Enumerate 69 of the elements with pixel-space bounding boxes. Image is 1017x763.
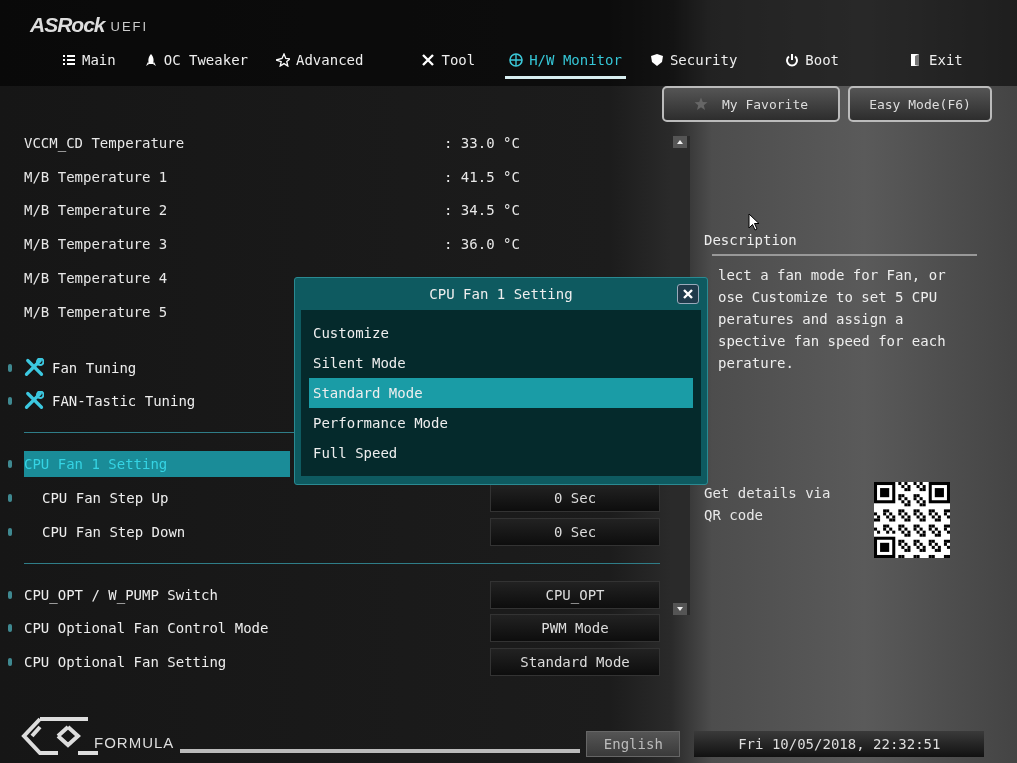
dialog-option[interactable]: Full Speed: [309, 438, 693, 468]
scroll-up-icon[interactable]: [673, 136, 687, 148]
setting-value[interactable]: CPU_OPT: [490, 580, 660, 609]
bullet-icon: [8, 590, 12, 599]
mode-button[interactable]: Easy Mode(F6): [848, 86, 992, 122]
dialog-option[interactable]: Silent Mode: [309, 348, 693, 378]
list-icon: [62, 53, 76, 67]
reading-label: VCCM_CD Temperature: [23, 134, 186, 151]
close-button[interactable]: [677, 284, 699, 304]
close-icon: [683, 289, 693, 299]
description-text: perature.: [717, 354, 795, 373]
tab[interactable]: Security: [645, 48, 742, 79]
description-title: Description: [704, 232, 798, 248]
dialog-option[interactable]: Customize: [309, 318, 693, 348]
bullet-icon: [8, 460, 12, 469]
description-text: ose Customize to set 5 CPU: [717, 288, 939, 307]
submenu-item[interactable]: Fan Tuning: [52, 359, 137, 376]
brand-logo: ASRock: [30, 14, 105, 36]
bullet-icon: [8, 397, 12, 406]
tab[interactable]: H/W Monitor: [505, 48, 626, 79]
description-text: lect a fan mode for Fan, or: [717, 266, 947, 285]
scroll-down-icon[interactable]: [673, 603, 687, 615]
description-text: peratures and assign a: [717, 310, 905, 329]
power-icon: [785, 53, 800, 67]
reading-label: M/B Temperature 3: [23, 236, 169, 253]
tab[interactable]: Main: [58, 48, 120, 79]
reading-label: M/B Temperature 5: [23, 303, 169, 320]
dialog-title: CPU Fan 1 Setting: [429, 286, 573, 302]
qr-caption: Get details via QR code: [704, 484, 832, 525]
setting-label[interactable]: CPU Optional Fan Control Mode: [24, 615, 290, 642]
reading-label: M/B Temperature 2: [23, 202, 169, 219]
tab[interactable]: Exit: [905, 48, 967, 79]
bullet-icon: [8, 363, 12, 372]
setting-label[interactable]: CPU Optional Fan Setting: [24, 649, 290, 676]
mouse-pointer-icon: [748, 213, 760, 231]
setting-value[interactable]: PWM Mode: [490, 614, 660, 643]
brand-suffix: UEFI: [110, 18, 149, 36]
bullet-icon: [8, 658, 12, 667]
bullet-icon: [8, 624, 12, 633]
star-icon: [276, 53, 290, 67]
shield-icon: [649, 53, 664, 67]
reading-value: : 33.0 °C: [444, 134, 520, 151]
reading-value: : 41.5 °C: [444, 168, 520, 185]
favorite-button[interactable]: My Favorite: [662, 86, 840, 122]
setting-label[interactable]: CPU Fan Step Down: [24, 518, 290, 545]
dialog-option[interactable]: Performance Mode: [309, 408, 693, 438]
crosshair-icon: [509, 53, 524, 67]
reading-value: : 34.5 °C: [444, 202, 520, 219]
description-text: spective fan speed for each: [717, 332, 947, 351]
date-time: Fri 10/05/2018, 22:32:51: [694, 731, 985, 757]
language-button[interactable]: English: [586, 731, 681, 757]
bullet-icon: [8, 527, 12, 536]
reading-value: : 36.0 °C: [444, 236, 520, 253]
bullet-icon: [8, 494, 12, 503]
setting-value[interactable]: 0 Sec: [490, 484, 660, 513]
star-icon: [693, 97, 708, 111]
reading-label: M/B Temperature 4: [23, 270, 169, 287]
setting-label[interactable]: CPU Fan Step Up: [24, 485, 290, 512]
setting-value[interactable]: 0 Sec: [490, 517, 660, 546]
rocket-icon: [143, 53, 158, 67]
submenu-item[interactable]: FAN-Tastic Tuning: [52, 393, 196, 410]
tab[interactable]: Boot: [781, 48, 844, 79]
setting-label[interactable]: CPU_OPT / W_PUMP Switch: [24, 581, 290, 608]
setting-value[interactable]: Standard Mode: [490, 648, 660, 677]
reading-label: M/B Temperature 1: [23, 168, 169, 185]
tab[interactable]: Tool: [417, 48, 480, 79]
formula-logo-text: FORMULA: [94, 734, 175, 753]
tab[interactable]: Advanced: [272, 48, 368, 79]
tab[interactable]: OC Tweaker: [139, 48, 252, 79]
